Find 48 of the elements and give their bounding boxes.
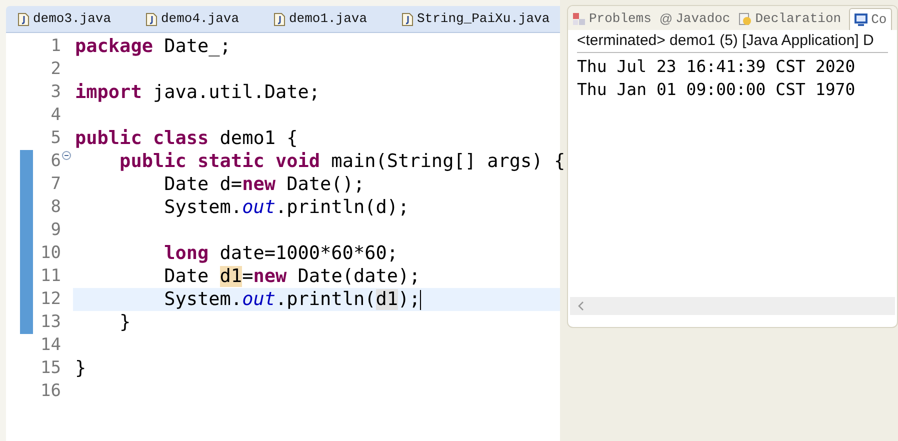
line-number: 14 bbox=[40, 334, 61, 355]
editor-tab[interactable]: demo1.java bbox=[262, 9, 390, 29]
problems-icon bbox=[572, 12, 586, 26]
line-number: 1 bbox=[50, 36, 61, 56]
console-output-line: Thu Jan 01 09:00:00 CST 1970 bbox=[577, 79, 856, 101]
collapse-icon[interactable] bbox=[62, 150, 71, 160]
code-line: package Date_; bbox=[75, 34, 231, 59]
line-number: 6 bbox=[50, 150, 61, 171]
line-number: 15 bbox=[40, 358, 61, 378]
console-tab[interactable]: Declaration bbox=[734, 8, 846, 30]
console-tab[interactable]: Problems bbox=[568, 8, 656, 30]
editor-tab[interactable]: demo3.java bbox=[6, 9, 134, 29]
editor-tab[interactable]: demo4.java bbox=[134, 9, 262, 29]
line-number: 13 bbox=[40, 312, 61, 332]
java-file-icon bbox=[402, 12, 413, 26]
console-tab[interactable]: @ Javadoc bbox=[655, 8, 734, 30]
code-line: public class demo1 { bbox=[75, 126, 298, 151]
text-cursor bbox=[420, 290, 422, 310]
code-line: Date d1=new Date(date); bbox=[163, 264, 420, 289]
line-number: 3 bbox=[50, 82, 61, 102]
code-line: } bbox=[118, 310, 131, 335]
console-header: <terminated> demo1 (5) [Java Application] D bbox=[577, 30, 888, 53]
line-number: 7 bbox=[50, 174, 61, 194]
editor-tab[interactable]: String_PaiXu.java bbox=[390, 9, 550, 29]
code-line: Date d=new Date(); bbox=[163, 172, 365, 197]
line-number: 12 bbox=[40, 288, 61, 309]
code-line: import java.util.Date; bbox=[75, 80, 320, 105]
code-line: public static void main(String[] args) { bbox=[118, 150, 566, 174]
java-file-icon bbox=[18, 12, 29, 26]
line-number: 5 bbox=[50, 128, 61, 148]
java-file-icon bbox=[274, 12, 285, 26]
line-number: 9 bbox=[50, 220, 61, 240]
code-line: long date=1000*60*60; bbox=[163, 242, 398, 266]
declaration-icon bbox=[738, 12, 752, 26]
code-line: System.out.println(d); bbox=[163, 196, 410, 220]
line-number: 10 bbox=[40, 242, 61, 263]
java-file-icon bbox=[146, 12, 157, 26]
console-output-line: Thu Jul 23 16:41:39 CST 2020 bbox=[577, 56, 856, 78]
code-line: System.out.println(d1); bbox=[163, 288, 420, 312]
console-tab[interactable]: Co bbox=[849, 8, 892, 30]
code-line: } bbox=[75, 356, 86, 381]
line-number: 11 bbox=[40, 266, 61, 286]
at-sign-icon: @ bbox=[659, 9, 673, 29]
line-number: 2 bbox=[50, 58, 61, 79]
line-number: 4 bbox=[50, 104, 61, 125]
console-icon bbox=[854, 13, 868, 26]
line-number: 16 bbox=[40, 380, 61, 401]
line-number: 8 bbox=[50, 196, 61, 217]
